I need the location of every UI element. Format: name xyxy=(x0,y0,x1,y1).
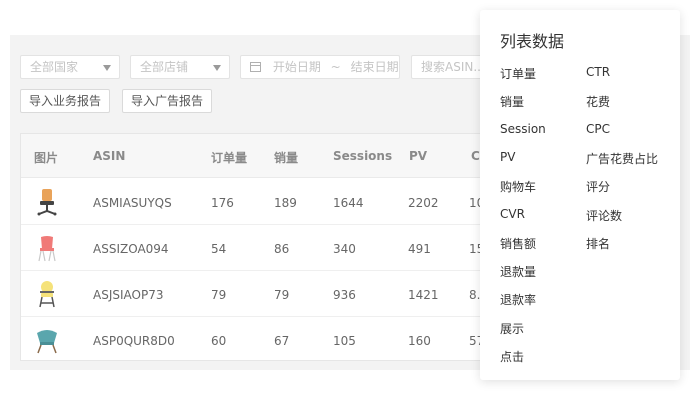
date-separator: ~ xyxy=(330,60,341,74)
column-option-ad-spend-ratio[interactable]: 广告花费占比 xyxy=(586,150,658,167)
cell-orders: 54 xyxy=(211,242,227,256)
column-option-pv[interactable]: PV xyxy=(500,150,515,164)
cell-asin: ASJSIAOP73 xyxy=(93,288,164,302)
import-ad-report-button[interactable]: 导入广告报告 xyxy=(122,89,213,113)
header-asin[interactable]: ASIN xyxy=(93,149,125,163)
cell-sales: 86 xyxy=(274,242,290,256)
shop-select-value: 全部店铺 xyxy=(140,60,189,74)
cell-sessions: 105 xyxy=(333,334,356,348)
shop-select[interactable]: 全部店铺 xyxy=(130,55,230,79)
cell-asin: ASSIZOA094 xyxy=(93,242,169,256)
calendar-icon xyxy=(250,62,261,72)
asin-search-placeholder: 搜索ASIN... xyxy=(421,60,485,74)
column-option-spend[interactable]: 花费 xyxy=(586,93,610,110)
cell-asin: ASP0QUR8D0 xyxy=(93,334,175,348)
column-option-refund-rate[interactable]: 退款率 xyxy=(500,291,536,308)
column-option-rank[interactable]: 排名 xyxy=(586,235,610,252)
country-select-value: 全部国家 xyxy=(30,60,79,74)
column-option-revenue[interactable]: 销售额 xyxy=(500,235,536,252)
header-sessions[interactable]: Sessions xyxy=(333,149,392,163)
header-image[interactable]: 图片 xyxy=(34,149,58,166)
column-option-orders[interactable]: 订单量 xyxy=(500,65,536,82)
column-option-ctr[interactable]: CTR xyxy=(586,65,610,79)
popover-title: 列表数据 xyxy=(500,32,565,51)
cell-sessions: 936 xyxy=(333,288,356,302)
chevron-down-icon xyxy=(103,65,111,71)
column-option-impressions[interactable]: 展示 xyxy=(500,320,524,337)
country-select[interactable]: 全部国家 xyxy=(20,55,120,79)
teal-chair-icon xyxy=(37,330,57,354)
asin-search-input[interactable]: 搜索ASIN... xyxy=(411,55,491,79)
cell-sessions: 340 xyxy=(333,242,356,256)
column-option-cvr[interactable]: CVR xyxy=(500,207,525,221)
cell-pv: 160 xyxy=(408,334,431,348)
list-data-popover: 列表数据 订单量 销量 Session PV 购物车 CVR 销售额 退款量 退… xyxy=(480,10,680,380)
cell-pv: 2202 xyxy=(408,196,439,210)
end-date-placeholder: 结束日期 xyxy=(350,60,399,74)
header-pv[interactable]: PV xyxy=(409,149,427,163)
column-option-review-count[interactable]: 评论数 xyxy=(586,207,622,224)
cell-orders: 79 xyxy=(211,288,227,302)
table-row[interactable]: ASSIZOA094 54 86 340 491 15 xyxy=(21,225,539,271)
column-option-cart[interactable]: 购物车 xyxy=(500,178,536,195)
cell-sales: 189 xyxy=(274,196,297,210)
header-sales[interactable]: 销量 xyxy=(274,149,298,166)
cell-orders: 176 xyxy=(211,196,234,210)
chevron-down-icon xyxy=(213,65,221,71)
cell-cv: 8. xyxy=(469,288,481,302)
office-chair-icon xyxy=(37,189,57,216)
header-orders[interactable]: 订单量 xyxy=(211,149,247,166)
cell-pv: 1421 xyxy=(408,288,439,302)
table-row[interactable]: ASMIASUYQS 176 189 1644 2202 10 xyxy=(21,179,539,225)
table-row[interactable]: ASJSIAOP73 79 79 936 1421 8. xyxy=(21,271,539,317)
column-option-refund-qty[interactable]: 退款量 xyxy=(500,263,536,280)
yellow-chair-icon xyxy=(39,281,55,308)
cell-orders: 60 xyxy=(211,334,227,348)
table-header: 图片 ASIN 订单量 销量 Sessions PV CV xyxy=(21,134,539,178)
start-date-placeholder: 开始日期 xyxy=(272,60,321,74)
column-option-clicks[interactable]: 点击 xyxy=(500,348,524,365)
column-option-session[interactable]: Session xyxy=(500,122,546,136)
cell-sales: 67 xyxy=(274,334,290,348)
column-option-rating[interactable]: 评分 xyxy=(586,178,610,195)
cell-asin: ASMIASUYQS xyxy=(93,196,172,210)
cell-sessions: 1644 xyxy=(333,196,364,210)
table-row[interactable]: ASP0QUR8D0 60 67 105 160 57 xyxy=(21,317,539,363)
product-table: 图片 ASIN 订单量 销量 Sessions PV CV ASMIASUYQS… xyxy=(20,133,540,361)
pink-chair-icon xyxy=(38,236,56,262)
column-option-sales[interactable]: 销量 xyxy=(500,93,524,110)
cell-pv: 491 xyxy=(408,242,431,256)
date-range-picker[interactable]: 开始日期 ~ 结束日期 xyxy=(240,55,400,79)
import-business-report-button[interactable]: 导入业务报告 xyxy=(20,89,111,113)
column-option-cpc[interactable]: CPC xyxy=(586,122,610,136)
cell-sales: 79 xyxy=(274,288,290,302)
